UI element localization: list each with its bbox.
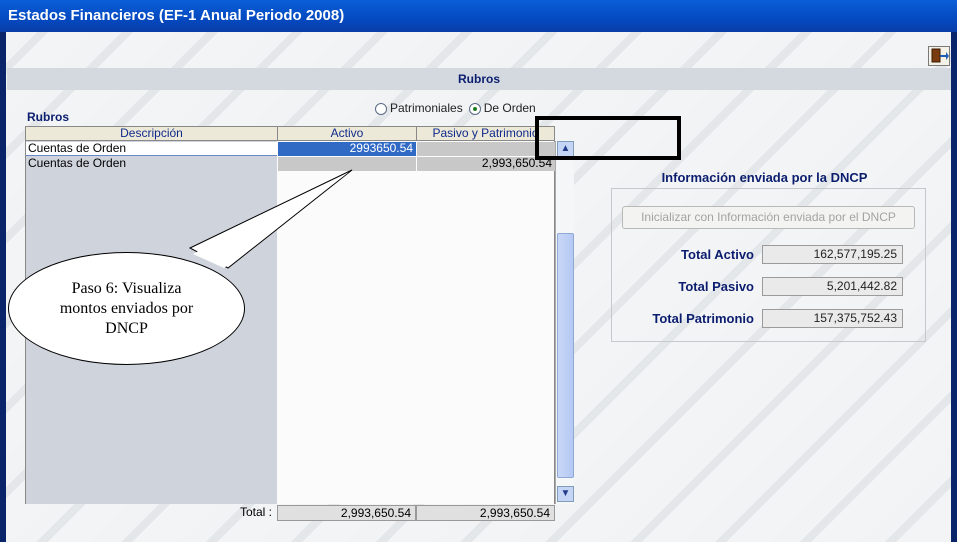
grid-title: Rubros — [27, 110, 69, 124]
dncp-info-panel: Inicializar con Información enviada por … — [611, 188, 926, 342]
dncp-info-title: Información enviada por la DNCP — [661, 170, 868, 185]
rubros-section-header: Rubros — [7, 68, 951, 90]
pasivo-column — [416, 141, 555, 504]
window-title: Estados Financieros (EF-1 Anual Periodo … — [8, 7, 345, 24]
chevron-down-icon: ▼ — [560, 488, 571, 499]
radio-patrimoniales[interactable]: Patrimoniales — [375, 101, 463, 115]
scrollbar-thumb[interactable] — [557, 233, 574, 478]
vertical-scrollbar[interactable]: ▲ ▼ — [555, 141, 574, 504]
title-bar: Estados Financieros (EF-1 Anual Periodo … — [0, 0, 957, 32]
column-header-descripcion[interactable]: Descripción — [25, 126, 278, 141]
total-pasivo-value: 2,993,650.54 — [416, 505, 555, 521]
initialize-dncp-button[interactable]: Inicializar con Información enviada por … — [622, 206, 915, 229]
table-row-2-activo[interactable] — [278, 157, 416, 171]
exit-door-icon — [931, 48, 949, 63]
total-patrimonio-label: Total Patrimonio — [652, 311, 754, 326]
total-activo-label: Total Activo — [681, 247, 754, 262]
radio-checked-icon — [468, 102, 481, 115]
table-row-1-descripcion[interactable]: Cuentas de Orden — [26, 142, 277, 156]
table-row-2-descripcion[interactable]: Cuentas de Orden — [26, 157, 277, 171]
radio-group: Patrimoniales De Orden — [375, 101, 536, 115]
column-header-activo[interactable]: Activo — [277, 126, 417, 141]
callout-bubble: Paso 6: Visualiza montos enviados por DN… — [8, 252, 245, 365]
radio-de-orden[interactable]: De Orden — [468, 101, 536, 115]
activo-column — [277, 141, 417, 504]
exit-button[interactable] — [928, 46, 950, 66]
total-patrimonio-field[interactable]: 157,375,752.43 — [762, 309, 903, 328]
table-row-1-activo[interactable]: 2993650.54 — [278, 142, 416, 156]
total-activo-value: 2,993,650.54 — [277, 505, 416, 521]
scroll-down-button[interactable]: ▼ — [557, 486, 574, 502]
radio-circle-icon — [375, 102, 387, 115]
callout-text: Paso 6: Visualiza montos enviados por DN… — [59, 279, 194, 337]
highlight-rectangle — [535, 116, 681, 160]
total-pasivo-field[interactable]: 5,201,442.82 — [762, 277, 903, 296]
total-label: Total : — [239, 505, 272, 519]
total-activo-field[interactable]: 162,577,195.25 — [762, 245, 903, 264]
total-pasivo-label: Total Pasivo — [678, 279, 754, 294]
